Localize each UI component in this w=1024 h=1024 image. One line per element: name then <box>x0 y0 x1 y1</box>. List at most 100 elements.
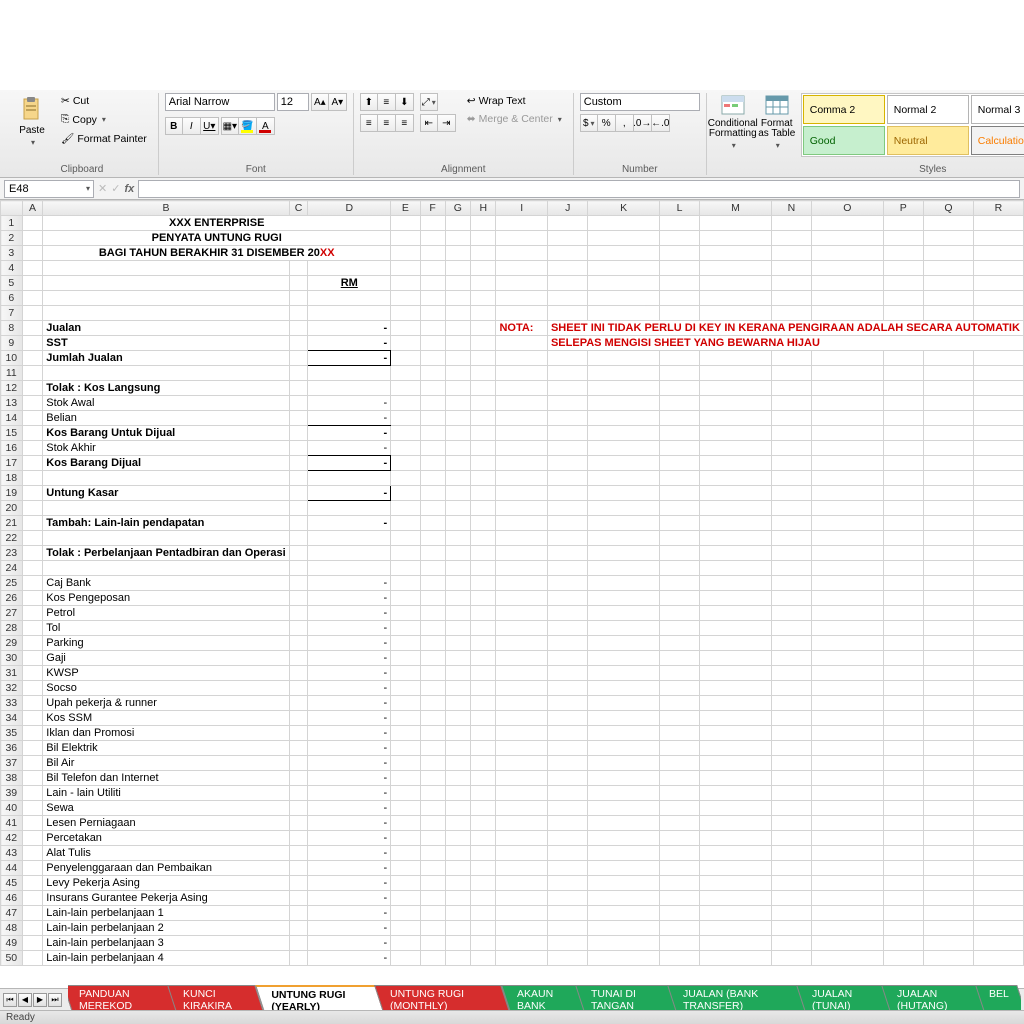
cell-O47[interactable] <box>812 906 883 921</box>
cell-M14[interactable] <box>700 411 771 426</box>
cell-M5[interactable] <box>700 276 771 291</box>
cell-O18[interactable] <box>812 471 883 486</box>
cell-B11[interactable] <box>43 366 289 381</box>
cell-Q29[interactable] <box>923 636 973 651</box>
cell-O7[interactable] <box>812 306 883 321</box>
cell-N26[interactable] <box>771 591 811 606</box>
cell-D36[interactable]: - <box>308 741 391 756</box>
cell-Q22[interactable] <box>923 531 973 546</box>
cell-G43[interactable] <box>445 846 471 861</box>
cell-G25[interactable] <box>445 576 471 591</box>
cell-H15[interactable] <box>471 426 496 441</box>
cell-Q44[interactable] <box>923 861 973 876</box>
cell-H14[interactable] <box>471 411 496 426</box>
format-as-table-button[interactable]: Format as Table <box>757 93 797 151</box>
col-header-P[interactable]: P <box>883 201 923 216</box>
cell-O48[interactable] <box>812 921 883 936</box>
cell-E40[interactable] <box>391 801 421 816</box>
cell-N20[interactable] <box>771 501 811 516</box>
cell-L10[interactable] <box>659 351 699 366</box>
cell-B32[interactable]: Socso <box>43 681 289 696</box>
cell-F15[interactable] <box>420 426 445 441</box>
cell-D32[interactable]: - <box>308 681 391 696</box>
cell-B27[interactable]: Petrol <box>43 606 289 621</box>
cell-O15[interactable] <box>812 426 883 441</box>
cell-G4[interactable] <box>445 261 471 276</box>
cell-J36[interactable] <box>547 741 587 756</box>
cell-E42[interactable] <box>391 831 421 846</box>
cell-O36[interactable] <box>812 741 883 756</box>
cell-K39[interactable] <box>588 786 659 801</box>
cell-J3[interactable] <box>547 246 587 261</box>
cell-O39[interactable] <box>812 786 883 801</box>
cell-M18[interactable] <box>700 471 771 486</box>
cell-H13[interactable] <box>471 396 496 411</box>
cell-E30[interactable] <box>391 651 421 666</box>
cell-F13[interactable] <box>420 396 445 411</box>
row-header-17[interactable]: 17 <box>1 456 23 471</box>
cell-B48[interactable]: Lain-lain perbelanjaan 2 <box>43 921 289 936</box>
cell-R18[interactable] <box>973 471 1023 486</box>
row-header-15[interactable]: 15 <box>1 426 23 441</box>
cell-N37[interactable] <box>771 756 811 771</box>
cell-B14[interactable]: Belian <box>43 411 289 426</box>
cell-A40[interactable] <box>22 801 43 816</box>
cell-G44[interactable] <box>445 861 471 876</box>
cell-C24[interactable] <box>289 561 308 576</box>
cell-P46[interactable] <box>883 891 923 906</box>
cell-N45[interactable] <box>771 876 811 891</box>
cell-L27[interactable] <box>659 606 699 621</box>
cell-J6[interactable] <box>547 291 587 306</box>
cell-I4[interactable] <box>496 261 548 276</box>
cell-N30[interactable] <box>771 651 811 666</box>
cell-P11[interactable] <box>883 366 923 381</box>
cell-A13[interactable] <box>22 396 43 411</box>
cell-R32[interactable] <box>973 681 1023 696</box>
cell-K16[interactable] <box>588 441 659 456</box>
cell-R13[interactable] <box>973 396 1023 411</box>
cell-Q14[interactable] <box>923 411 973 426</box>
cell-H47[interactable] <box>471 906 496 921</box>
cell-J20[interactable] <box>547 501 587 516</box>
cell-L16[interactable] <box>659 441 699 456</box>
cell-G19[interactable] <box>445 486 471 501</box>
cell-I10[interactable] <box>496 351 548 366</box>
col-header-E[interactable]: E <box>391 201 421 216</box>
cell-P5[interactable] <box>883 276 923 291</box>
cell-I2[interactable] <box>496 231 548 246</box>
cell-E34[interactable] <box>391 711 421 726</box>
cell-K43[interactable] <box>588 846 659 861</box>
cell-Q11[interactable] <box>923 366 973 381</box>
cell-styles-gallery[interactable]: Comma 2Normal 2Normal 3NormalGoodNeutral… <box>801 93 1024 157</box>
cell-N36[interactable] <box>771 741 811 756</box>
cell-A48[interactable] <box>22 921 43 936</box>
cell-O25[interactable] <box>812 576 883 591</box>
cell-N11[interactable] <box>771 366 811 381</box>
fx-icon[interactable]: fx <box>124 183 134 195</box>
cell-F8[interactable] <box>420 321 445 336</box>
cell-Q19[interactable] <box>923 486 973 501</box>
cell-R4[interactable] <box>973 261 1023 276</box>
grow-font-button[interactable]: A▴ <box>311 93 329 111</box>
cell-G3[interactable] <box>445 246 471 261</box>
row-header-47[interactable]: 47 <box>1 906 23 921</box>
cell-L20[interactable] <box>659 501 699 516</box>
cell-L47[interactable] <box>659 906 699 921</box>
cell-C27[interactable] <box>289 606 308 621</box>
cell-J10[interactable] <box>547 351 587 366</box>
cell-O34[interactable] <box>812 711 883 726</box>
cell-J27[interactable] <box>547 606 587 621</box>
cell-O3[interactable] <box>812 246 883 261</box>
cell-B43[interactable]: Alat Tulis <box>43 846 289 861</box>
cell-E13[interactable] <box>391 396 421 411</box>
row-header-30[interactable]: 30 <box>1 651 23 666</box>
cell-A17[interactable] <box>22 456 43 471</box>
cell-L2[interactable] <box>659 231 699 246</box>
cell-J26[interactable] <box>547 591 587 606</box>
cell-H16[interactable] <box>471 441 496 456</box>
cell-P31[interactable] <box>883 666 923 681</box>
cell-J40[interactable] <box>547 801 587 816</box>
align-mid-button[interactable]: ≡ <box>378 93 396 111</box>
cell-I31[interactable] <box>496 666 548 681</box>
cell-A35[interactable] <box>22 726 43 741</box>
